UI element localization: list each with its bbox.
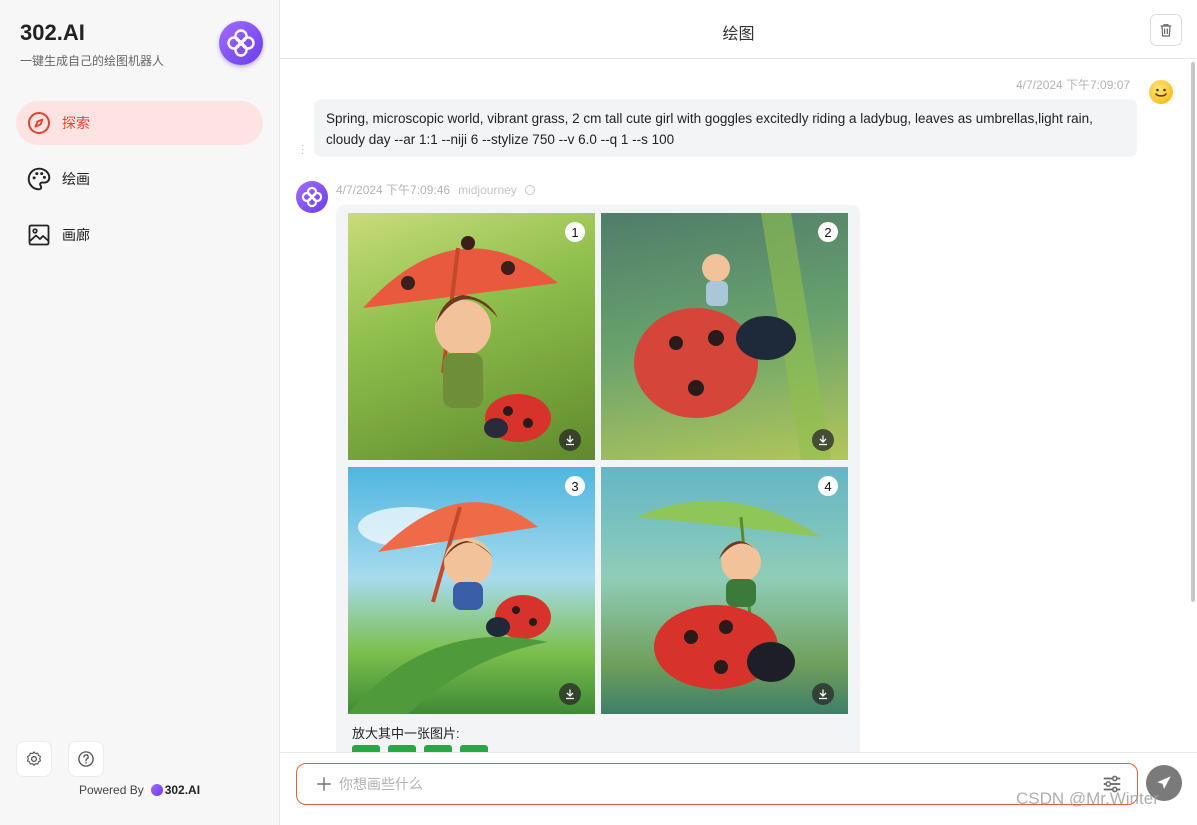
status-ring-icon — [524, 184, 535, 195]
chat-area[interactable]: 4/7/2024 下午7:09:07 Spring, microscopic w… — [280, 60, 1197, 752]
download-icon — [819, 435, 827, 446]
powered-by-label: Powered By — [79, 783, 144, 797]
sidebar: 302.AI 一键生成自己的绘图机器人 探索 绘画 画廊 Powered By … — [0, 0, 280, 825]
clear-chat-button[interactable] — [1150, 14, 1182, 46]
upscale-label: 放大其中一张图片: — [352, 726, 460, 741]
brand-logo — [219, 21, 263, 65]
powered-by: Powered By 302.AI — [79, 783, 200, 797]
image-icon — [26, 222, 52, 248]
powered-by-brand: 302.AI — [164, 783, 201, 797]
chat-scrollbar[interactable] — [1191, 62, 1195, 602]
image-number-badge: 2 — [818, 222, 838, 242]
user-avatar — [1149, 80, 1173, 104]
sidebar-item-label: 画廊 — [62, 227, 90, 243]
page-title: 绘图 — [722, 26, 755, 43]
generated-image-1[interactable]: 1 — [348, 213, 595, 460]
download-icon — [819, 689, 827, 700]
flower-logo-icon — [227, 29, 255, 57]
download-icon — [566, 689, 574, 700]
image-number-badge: 1 — [565, 222, 585, 242]
settings-button[interactable] — [16, 741, 52, 777]
upscale-buttons — [352, 745, 496, 752]
umbrella-girl-sky-illustration — [348, 502, 551, 714]
app-window: 302.AI 一键生成自己的绘图机器人 探索 绘画 画廊 Powered By … — [0, 0, 1197, 825]
leaf-umbrella-illustration — [636, 501, 821, 689]
sidebar-item-label: 探索 — [62, 115, 90, 131]
palette-icon — [26, 166, 52, 192]
bot-message-card: 1 2 3 4 放大其中一张图片: — [336, 205, 860, 752]
gear-icon — [26, 751, 42, 766]
brand-title: 302.AI — [20, 20, 85, 45]
help-icon — [78, 751, 94, 767]
top-bar: 绘图 — [280, 0, 1197, 59]
sidebar-item-gallery[interactable]: 画廊 — [16, 213, 263, 257]
prompt-input-box — [296, 763, 1138, 805]
prompt-input[interactable] — [339, 776, 1101, 792]
smiley-icon — [1155, 88, 1167, 97]
download-button[interactable] — [812, 429, 834, 451]
image-number-badge: 4 — [818, 476, 838, 496]
umbrella-girl-illustration — [363, 236, 558, 442]
compass-icon — [26, 110, 52, 136]
sidebar-item-draw[interactable]: 绘画 — [16, 157, 263, 201]
generated-image-4[interactable]: 4 — [601, 467, 848, 714]
model-name: midjourney — [458, 182, 517, 197]
flower-logo-icon — [301, 186, 323, 208]
mini-logo-icon — [150, 784, 163, 796]
user-message-timestamp: 4/7/2024 下午7:09:07 — [1016, 78, 1131, 92]
bot-message-timestamp: 4/7/2024 下午7:09:46 — [336, 183, 451, 197]
generated-image-2[interactable]: 2 — [601, 213, 848, 460]
generated-image-3[interactable]: 3 — [348, 467, 595, 714]
upscale-button-4[interactable] — [460, 745, 488, 752]
image-number-badge: 3 — [565, 476, 585, 496]
sidebar-nav: 探索 绘画 画廊 — [16, 101, 263, 269]
bot-message-meta: 4/7/2024 下午7:09:46 midjourney — [336, 181, 535, 198]
help-button[interactable] — [68, 741, 104, 777]
upscale-button-3[interactable] — [424, 745, 452, 752]
download-button[interactable] — [812, 683, 834, 705]
plus-icon[interactable] — [315, 775, 333, 793]
image-grid: 1 2 3 4 — [348, 213, 848, 714]
download-icon — [566, 435, 574, 446]
sidebar-item-explore[interactable]: 探索 — [16, 101, 263, 145]
message-options-handle[interactable]: · · · — [301, 141, 304, 159]
bot-avatar — [296, 181, 328, 213]
ladybug-rider-illustration — [634, 213, 831, 460]
user-message-bubble: Spring, microscopic world, vibrant grass… — [314, 99, 1137, 157]
upscale-button-2[interactable] — [388, 745, 416, 752]
trash-icon — [1160, 24, 1172, 37]
sidebar-item-label: 绘画 — [62, 171, 90, 187]
brand-subtitle: 一键生成自己的绘图机器人 — [20, 54, 165, 68]
upscale-button-1[interactable] — [352, 745, 380, 752]
download-button[interactable] — [559, 683, 581, 705]
main-panel: 绘图 4/7/2024 下午7:09:07 Spring, microscopi… — [280, 0, 1197, 825]
watermark: CSDN @Mr.Winter — [1016, 789, 1159, 808]
download-button[interactable] — [559, 429, 581, 451]
